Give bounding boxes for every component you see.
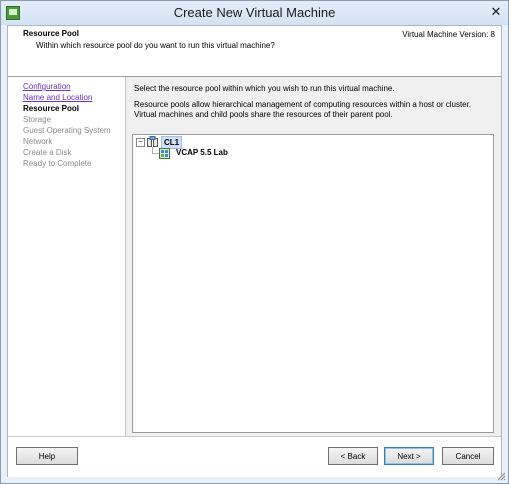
help-button[interactable]: Help: [16, 447, 78, 465]
button-bar: Help < Back Next > Cancel: [8, 436, 501, 477]
wizard-body: Configuration Name and Location Resource…: [8, 77, 501, 436]
page-subtitle: Within which resource pool do you want t…: [36, 41, 275, 50]
title-bar[interactable]: Create New Virtual Machine ✕: [1, 1, 508, 25]
collapse-icon[interactable]: −: [136, 138, 145, 147]
step-resource-pool: Resource Pool: [23, 104, 80, 113]
tree-connector: [152, 153, 159, 154]
step-name-and-location[interactable]: Name and Location: [23, 93, 92, 102]
resource-pool-icon: [159, 148, 170, 159]
step-ready-to-complete: Ready to Complete: [23, 159, 92, 168]
step-configuration[interactable]: Configuration: [23, 82, 71, 91]
instruction-text: Select the resource pool within which yo…: [134, 84, 395, 93]
main-panel: Select the resource pool within which yo…: [126, 77, 501, 436]
next-button[interactable]: Next >: [384, 447, 434, 465]
wizard-content: Resource Pool Within which resource pool…: [7, 25, 502, 477]
wizard-header: Resource Pool Within which resource pool…: [8, 26, 501, 77]
page-title: Resource Pool: [23, 29, 80, 38]
cancel-button[interactable]: Cancel: [442, 447, 494, 465]
dialog-window: Create New Virtual Machine ✕ Resource Po…: [0, 0, 509, 484]
step-create-disk: Create a Disk: [23, 148, 72, 157]
resize-grip-icon[interactable]: [496, 471, 506, 481]
step-guest-os: Guest Operating System: [23, 126, 111, 135]
step-storage: Storage: [23, 115, 52, 124]
cluster-icon: [147, 136, 158, 147]
steps-panel: Configuration Name and Location Resource…: [8, 77, 126, 436]
window-title: Create New Virtual Machine: [173, 5, 336, 20]
close-icon[interactable]: ✕: [488, 4, 504, 20]
description-text: Resource pools allow hierarchical manage…: [134, 100, 472, 119]
back-button[interactable]: < Back: [328, 447, 378, 465]
resource-pool-node-vcap[interactable]: VCAP 5.5 Lab: [176, 148, 228, 157]
step-network: Network: [23, 137, 53, 146]
resource-pool-tree[interactable]: − CL1 VCAP 5.5 Lab: [132, 134, 494, 433]
vm-version-label: Virtual Machine Version: 8: [402, 30, 495, 39]
